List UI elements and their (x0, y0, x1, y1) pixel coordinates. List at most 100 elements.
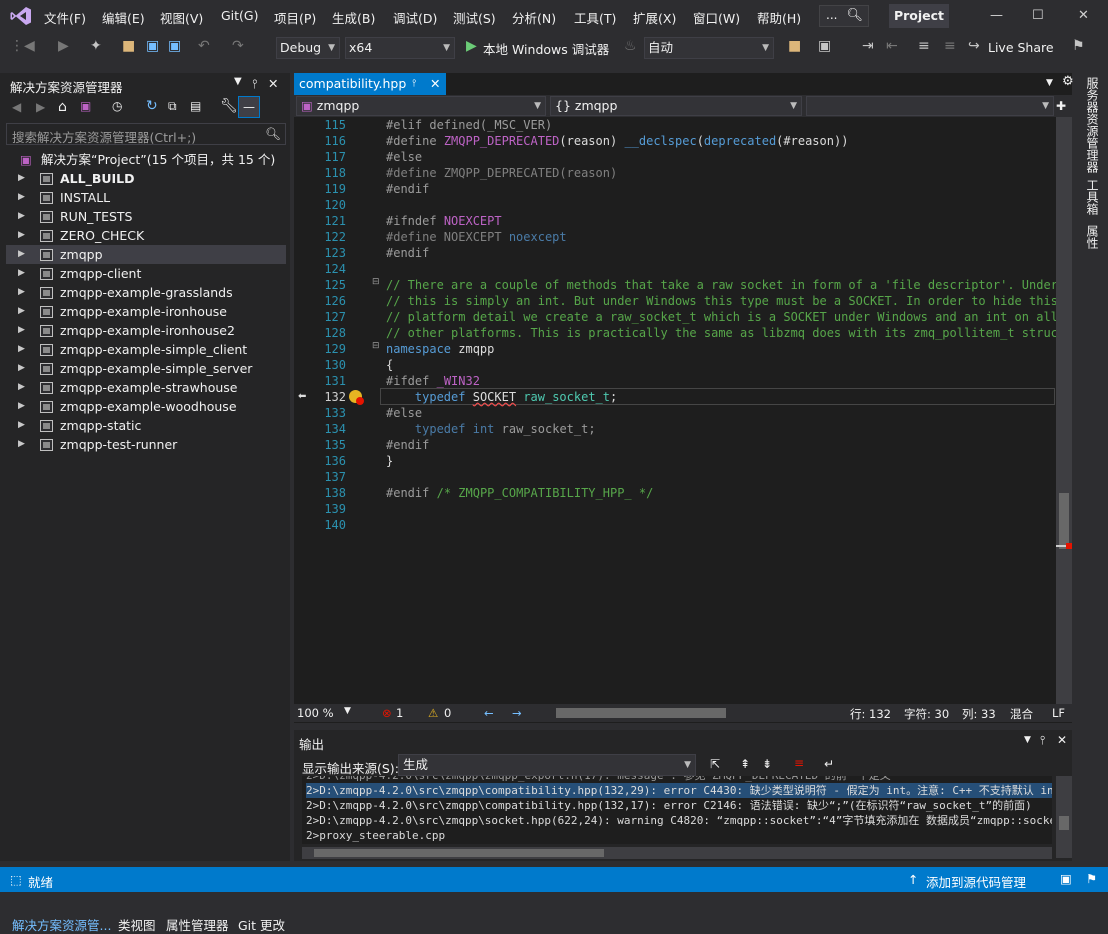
expand-arrow-icon[interactable]: ▶ (18, 321, 25, 340)
project-node[interactable]: ▶ zmqpp-example-simple_client (6, 340, 286, 359)
tab-solution-explorer[interactable]: 解决方案资源管... (12, 915, 111, 934)
scope-nav-combo[interactable]: {} zmqpp ▼ (550, 96, 802, 116)
project-node[interactable]: ▶ RUN_TESTS (6, 207, 286, 226)
tab-compatibility-hpp[interactable]: compatibility.hpp ⫯ ✕ (294, 73, 446, 95)
expand-arrow-icon[interactable]: ▶ (18, 435, 25, 454)
select-repo-icon[interactable]: ▣ (1060, 871, 1072, 886)
menu-build[interactable]: 生成(B) (332, 8, 375, 27)
refresh-icon[interactable]: ↻ (146, 98, 158, 114)
find-message-icon[interactable]: ⇱ (710, 757, 720, 771)
expand-arrow-icon[interactable]: ▶ (18, 264, 25, 283)
expand-arrow-icon[interactable]: ▶ (18, 283, 25, 302)
menu-project[interactable]: 项目(P) (274, 8, 316, 27)
expand-arrow-icon[interactable]: ▶ (18, 169, 25, 188)
editor-vertical-scrollbar[interactable] (1056, 117, 1072, 704)
pin-icon[interactable]: ⫯ (412, 73, 416, 95)
previous-issue-icon[interactable]: ← (484, 706, 494, 720)
back-icon[interactable]: ◀ (12, 100, 21, 114)
live-share-icon[interactable]: ↪ (968, 38, 980, 54)
project-node[interactable]: ▶ ZERO_CHECK (6, 226, 286, 245)
chevron-down-icon[interactable]: ▼ (344, 706, 351, 716)
expand-arrow-icon[interactable]: ▶ (18, 207, 25, 226)
split-icon[interactable]: ✚ (1056, 99, 1066, 113)
warning-icon[interactable]: ⚠ (428, 706, 438, 720)
menu-window[interactable]: 窗口(W) (693, 8, 740, 27)
notifications-bell-icon[interactable]: ⚑ (1086, 871, 1097, 886)
expand-arrow-icon[interactable]: ▶ (18, 188, 25, 207)
maximize-icon[interactable]: ☐ (1032, 8, 1044, 23)
uncomment-icon[interactable]: ≡ (944, 38, 956, 54)
run-debugger-button[interactable]: 本地 Windows 调试器 (483, 39, 609, 58)
expand-arrow-icon[interactable]: ▶ (18, 416, 25, 435)
project-node[interactable]: ▶ zmqpp-client (6, 264, 286, 283)
project-node[interactable]: ▶ zmqpp-example-ironhouse2 (6, 321, 286, 340)
open-folder-icon[interactable]: ■ (122, 38, 135, 54)
collapse-toggle-icon[interactable]: ⊟ (372, 341, 380, 351)
project-node[interactable]: ▶ zmqpp-static (6, 416, 286, 435)
show-all-files-icon[interactable]: ▤ (190, 99, 201, 113)
menu-extensions[interactable]: 扩展(X) (633, 8, 676, 27)
menu-analyze[interactable]: 分析(N) (512, 8, 556, 27)
home-icon[interactable]: ⌂ (58, 99, 67, 115)
pin-icon[interactable]: ⫯ (252, 76, 257, 92)
expand-arrow-icon[interactable]: ▶ (18, 302, 25, 321)
feedback-icon[interactable]: ⚑ (1072, 38, 1085, 54)
project-node[interactable]: ▶ zmqpp-example-simple_server (6, 359, 286, 378)
project-node[interactable]: ▶ ALL_BUILD (6, 169, 286, 188)
dropdown-icon[interactable]: ▼ (1024, 735, 1031, 745)
code-editor[interactable]: 115 116 117 118 119 120 121 122 123 124 125 126 127 1… (294, 117, 1056, 704)
expand-arrow-icon[interactable]: ▶ (18, 245, 25, 264)
clear-all-icon[interactable]: ≡ (794, 756, 804, 770)
platform-combo[interactable]: x64 ▼ (345, 37, 455, 59)
solution-search-input[interactable]: 搜索解决方案资源管理器(Ctrl+;) 🔍︎ (6, 123, 286, 145)
switch-views-icon[interactable]: ▣ (80, 99, 91, 113)
folder-search-icon[interactable]: ■ (788, 38, 801, 54)
new-project-icon[interactable]: ✦ (90, 38, 102, 54)
next-message-icon[interactable]: ⇟ (762, 757, 772, 771)
menu-view[interactable]: 视图(V) (160, 8, 203, 27)
expand-arrow-icon[interactable]: ▶ (18, 397, 25, 416)
word-wrap-icon[interactable]: ↵ (824, 757, 834, 771)
undo-icon[interactable]: ↶ (198, 38, 210, 54)
tab-git-changes[interactable]: Git 更改 (238, 915, 285, 934)
scrollbar-thumb[interactable] (1059, 816, 1069, 830)
project-node[interactable]: ▶ zmqpp-example-woodhouse (6, 397, 286, 416)
configuration-combo[interactable]: Debug ▼ (276, 37, 340, 59)
collapse-toggle-icon[interactable]: ⊟ (372, 277, 380, 287)
member-nav-combo[interactable]: ▼ (806, 96, 1054, 116)
output-vertical-scrollbar[interactable] (1056, 776, 1072, 858)
tab-toolbox[interactable]: 工具箱 (1084, 179, 1101, 215)
project-node[interactable]: ▶ zmqpp (6, 245, 286, 264)
properties-wrench-icon[interactable]: 🔧︎ (220, 98, 238, 114)
close-icon[interactable]: ✕ (1078, 8, 1089, 23)
close-tab-icon[interactable]: ✕ (430, 73, 440, 95)
project-node[interactable]: ▶ zmqpp-example-strawhouse (6, 378, 286, 397)
search-box[interactable]: ... 🔍︎ (819, 5, 869, 27)
menu-git[interactable]: Git(G) (221, 8, 259, 23)
error-count[interactable]: 1 (396, 706, 403, 720)
start-debug-icon[interactable]: ▶ (466, 38, 477, 54)
encoding-mode[interactable]: 混合 (1010, 706, 1033, 722)
gear-icon[interactable]: ⚙ (1062, 74, 1074, 89)
expand-arrow-icon[interactable]: ▶ (18, 226, 25, 245)
output-text-area[interactable]: 2>D:\zmqpp-4.2.0\src\zmqpp\zmqpp_export.… (302, 776, 1052, 844)
forward-icon[interactable]: ▶ (58, 38, 69, 54)
redo-icon[interactable]: ↷ (232, 38, 244, 54)
line-ending[interactable]: LF (1052, 706, 1065, 720)
back-icon[interactable]: ◀ (24, 38, 35, 54)
menu-test[interactable]: 测试(S) (453, 8, 496, 27)
project-node[interactable]: ▶ zmqpp-example-grasslands (6, 283, 286, 302)
zoom-level[interactable]: 100 % (297, 706, 334, 720)
comment-icon[interactable]: ≡ (918, 38, 930, 54)
tab-properties[interactable]: 属性 (1084, 225, 1101, 249)
dropdown-icon[interactable]: ▼ (234, 76, 242, 87)
project-node[interactable]: ▶ zmqpp-test-runner (6, 435, 286, 454)
live-share-button[interactable]: Live Share (988, 40, 1054, 55)
menu-help[interactable]: 帮助(H) (757, 8, 801, 27)
expand-arrow-icon[interactable]: ▶ (18, 378, 25, 397)
menu-edit[interactable]: 编辑(E) (102, 8, 145, 27)
indent-icon[interactable]: ⇥ (862, 38, 874, 54)
tab-class-view[interactable]: 类视图 (118, 915, 156, 934)
add-to-source-control-button[interactable]: 添加到源代码管理 (926, 872, 1026, 891)
save-icon[interactable]: ▣ (146, 38, 159, 54)
